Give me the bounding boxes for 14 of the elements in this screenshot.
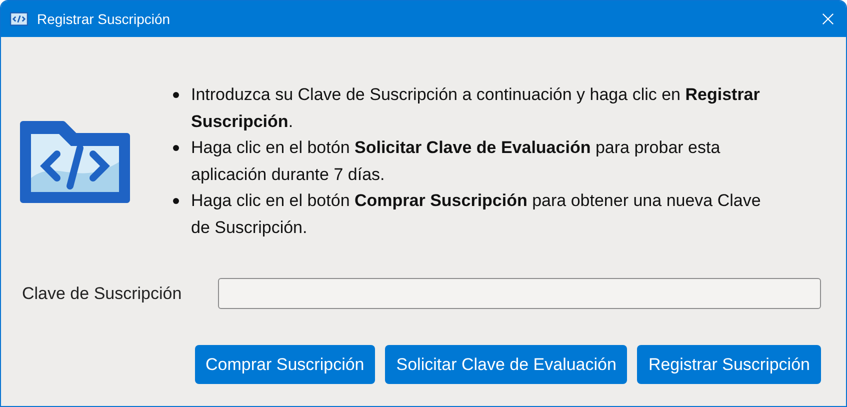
- instruction-text: Haga clic en el botón Solicitar Clave de Evaluación para probar esta aplicación durante 7 días.: [191, 137, 722, 186]
- bullet-icon: [173, 92, 179, 98]
- input-field[interactable]: [218, 278, 821, 309]
- action-button[interactable]: Comprar Suscripción: [194, 345, 376, 384]
- instruction-text: Haga clic en el botón Comprar Suscripción para obtener una nueva Clave de Suscripción.: [191, 190, 762, 238]
- bullet-icon: [173, 198, 179, 204]
- action-button[interactable]: Registrar Suscripción: [637, 345, 821, 384]
- instruction-text: Introduzca su Clave de Suscripción a continuación y haga clic en Registrar Suscripción.: [191, 84, 761, 132]
- window-title: Registrar Suscripción: [37, 11, 170, 27]
- field-label: Clave de Suscripción: [22, 284, 183, 304]
- folder-code-icon: [10, 12, 28, 26]
- close-icon[interactable]: [822, 13, 834, 25]
- action-button[interactable]: Solicitar Clave de Evaluación: [385, 345, 628, 384]
- bullet-icon: [173, 145, 179, 151]
